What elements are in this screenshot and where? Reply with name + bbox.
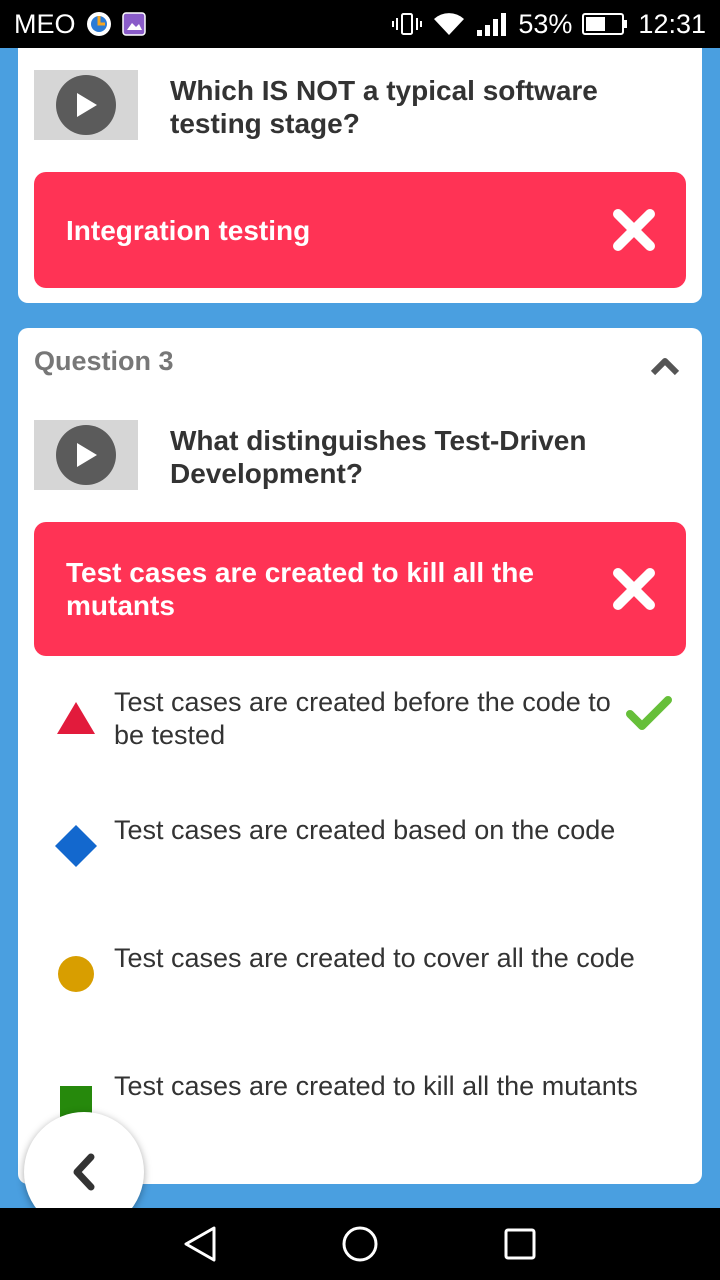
selected-answer-wrong: Test cases are created to kill all the m… [34,522,686,656]
selected-answer-wrong: Integration testing [34,172,686,288]
question-number: Question 3 [34,346,174,376]
option-text: Test cases are created based on the code [114,815,616,845]
gallery-notification-icon [121,12,146,36]
nav-back-button[interactable] [160,1214,240,1274]
answer-option: Test cases are created to cover all the … [54,942,672,996]
carrier-label: MEO [14,8,76,39]
diamond-icon [54,824,98,868]
status-bar: MEO 53% 12:31 [0,0,720,48]
answer-option: Test cases are created before the code t… [54,686,672,752]
close-icon [612,208,656,252]
answer-option: Test cases are created to kill all the m… [54,1070,672,1124]
selected-answer-text: Test cases are created to kill all the m… [66,557,534,621]
battery-percent: 53% [518,8,573,39]
chevron-left-icon [73,1153,95,1191]
question-text: Which IS NOT a typical software testing … [170,75,598,139]
answer-option: Test cases are created based on the code [54,814,672,868]
play-icon[interactable] [56,75,116,135]
home-circle-icon [342,1226,378,1262]
nav-recents-button[interactable] [480,1214,560,1274]
circle-icon [54,952,98,996]
close-icon [612,567,656,611]
option-text: Test cases are created before the code t… [114,687,611,750]
checkmark-icon [626,696,672,737]
nav-home-button[interactable] [320,1214,400,1274]
vibrate-icon [392,11,423,37]
system-nav-bar [0,1208,720,1280]
app-notification-icon [86,11,112,37]
question-card-3: Question 3 What distinguishes Test-Drive… [18,328,702,1184]
clock: 12:31 [638,8,706,39]
question-text: What distinguishes Test-Driven Developme… [170,425,587,489]
selected-answer-text: Integration testing [66,214,311,246]
question-media-thumbnail[interactable] [34,420,138,490]
results-list[interactable]: Which IS NOT a typical software testing … [0,48,720,1208]
signal-icon [476,11,508,37]
play-icon[interactable] [56,425,116,485]
battery-icon [582,12,628,36]
question-media-thumbnail[interactable] [34,70,138,140]
chevron-up-icon[interactable] [650,356,680,381]
wifi-icon [432,11,466,37]
back-triangle-icon [184,1226,216,1262]
recents-square-icon [504,1228,536,1260]
question-card-previous: Which IS NOT a typical software testing … [18,48,702,303]
option-text: Test cases are created to cover all the … [114,943,635,973]
option-text: Test cases are created to kill all the m… [114,1071,638,1101]
triangle-icon [54,696,98,740]
